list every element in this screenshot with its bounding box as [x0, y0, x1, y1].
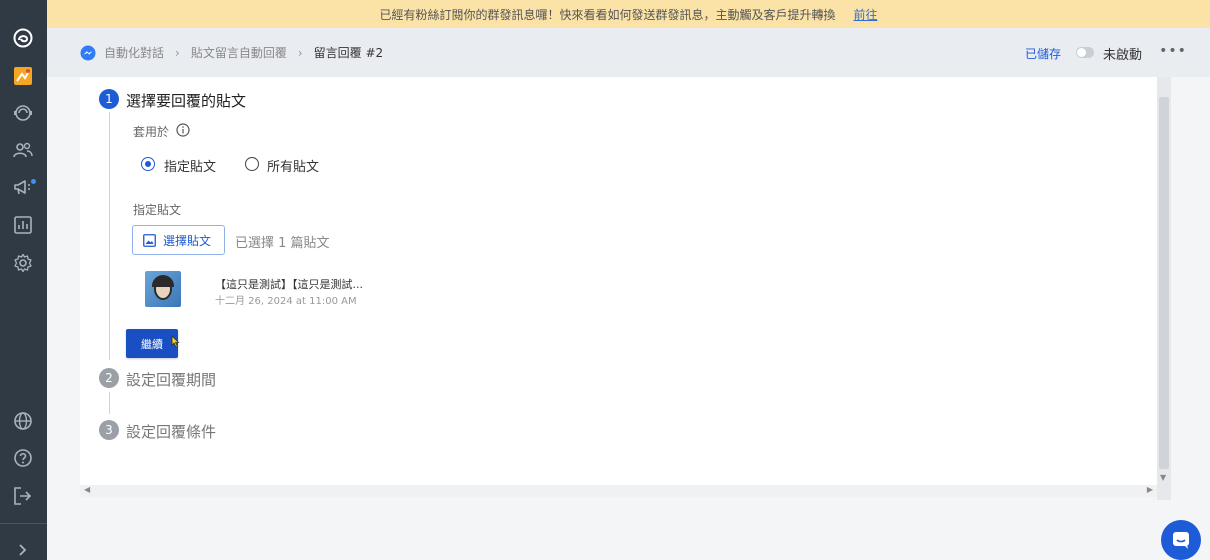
announcement-banner: 已經有粉絲訂閱你的群發訊息囉！快來看看如何發送群發訊息，主動觸及客戶提升轉換 前…: [47, 0, 1210, 28]
step-connector-line: [109, 112, 110, 360]
step-connector-line: [109, 392, 110, 414]
thumbnail-hair: [152, 275, 174, 287]
horizontal-scrollbar[interactable]: ◀ ▶: [80, 485, 1157, 497]
expand-chevron-icon[interactable]: [8, 535, 38, 560]
inbox-icon[interactable]: [8, 61, 38, 91]
globe-icon[interactable]: [8, 406, 38, 436]
breadcrumb-separator-icon: ›: [297, 45, 303, 60]
logout-icon[interactable]: [8, 481, 38, 511]
scroll-down-icon[interactable]: ▼: [1160, 473, 1166, 482]
radio-label: 指定貼文: [164, 160, 217, 175]
image-icon: [143, 233, 156, 247]
vertical-scrollbar[interactable]: ▼: [1157, 77, 1171, 500]
select-post-label: 選擇貼文: [163, 233, 212, 248]
scrollbar-thumb[interactable]: [1159, 97, 1169, 469]
analytics-icon[interactable]: [8, 210, 38, 240]
step-title[interactable]: 設定回覆條件: [126, 421, 216, 442]
breadcrumb-item[interactable]: 貼文留言自動回覆: [191, 44, 287, 61]
broadcast-icon[interactable]: [8, 172, 38, 202]
radio-label: 所有貼文: [267, 160, 320, 175]
apply-to-label: 套用於: [133, 125, 170, 139]
breadcrumb-item[interactable]: 自動化對話: [104, 44, 164, 61]
info-icon[interactable]: [176, 123, 190, 137]
help-icon[interactable]: [8, 443, 38, 473]
specific-post-label: 指定貼文: [133, 203, 182, 217]
banner-link[interactable]: 前往: [854, 6, 878, 23]
automation-bot-icon[interactable]: [8, 98, 38, 128]
mouse-cursor-icon: [171, 335, 180, 348]
brand-logo-icon[interactable]: [8, 23, 38, 53]
activation-status-label: 未啟動: [1103, 48, 1143, 63]
left-sidebar: [0, 0, 47, 560]
breadcrumb: 自動化對話 › 貼文留言自動回覆 › 留言回覆 #2: [80, 28, 383, 77]
scroll-left-icon[interactable]: ◀: [84, 485, 90, 494]
step-title[interactable]: 選擇要回覆的貼文: [126, 90, 246, 111]
post-title: 【這只是測試】【這只是測試...: [215, 278, 363, 291]
select-post-button[interactable]: 選擇貼文: [132, 225, 225, 255]
breadcrumb-current: 留言回覆 #2: [313, 46, 384, 60]
step-number: 3: [99, 420, 119, 440]
post-date: 十二月 26, 2024 at 11:00 AM: [215, 296, 357, 307]
chat-icon: [1173, 532, 1189, 549]
step-number: 1: [99, 89, 119, 109]
contacts-icon[interactable]: [8, 135, 38, 165]
chat-support-button[interactable]: [1161, 520, 1201, 560]
breadcrumb-separator-icon: ›: [175, 45, 180, 60]
radio-specific-post[interactable]: [141, 157, 155, 171]
step-number: 2: [99, 368, 119, 388]
more-options-icon[interactable]: •••: [1159, 41, 1186, 61]
settings-icon[interactable]: [8, 248, 38, 278]
toggle-knob: [1077, 48, 1086, 57]
banner-text: 已經有粉絲訂閱你的群發訊息囉！快來看看如何發送群發訊息，主動觸及客戶提升轉換: [379, 7, 836, 22]
radio-all-posts[interactable]: [245, 157, 259, 171]
scroll-right-icon[interactable]: ▶: [1147, 485, 1153, 494]
activation-toggle[interactable]: [1076, 47, 1094, 58]
sidebar-divider: [0, 523, 47, 524]
selected-count-text: 已選擇 1 篇貼文: [235, 236, 330, 251]
broadcast-notification-dot: [31, 179, 36, 184]
saved-status: 已儲存: [1025, 47, 1062, 61]
post-thumbnail: [145, 271, 181, 307]
messenger-icon: [80, 45, 96, 60]
step-title[interactable]: 設定回覆期間: [126, 369, 216, 390]
page-header: 自動化對話 › 貼文留言自動回覆 › 留言回覆 #2 已儲存 未啟動 •••: [47, 28, 1210, 77]
